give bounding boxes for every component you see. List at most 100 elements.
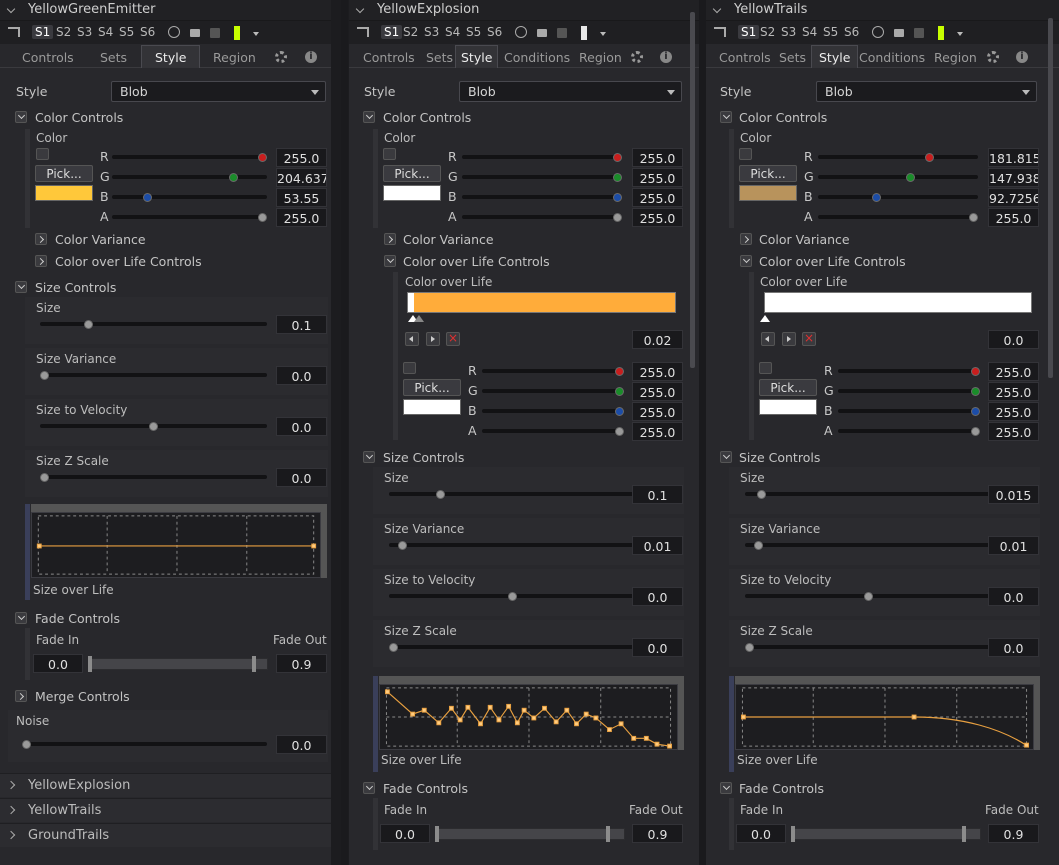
gradient-position-field[interactable]: 0.02 xyxy=(632,330,683,349)
size-row-slider-handle[interactable] xyxy=(508,592,517,601)
set-s6-button[interactable]: S6 xyxy=(140,25,155,39)
size-row-field[interactable]: 0.0 xyxy=(632,638,683,657)
channel-b-field[interactable]: 255.0 xyxy=(632,188,683,207)
color-over-life-toggle[interactable] xyxy=(740,255,752,267)
set-s1-button[interactable]: S1 xyxy=(32,25,54,39)
size-row-slider-handle[interactable] xyxy=(398,541,407,550)
tab-sets[interactable]: Sets xyxy=(100,50,127,65)
channel-a-slider-handle[interactable] xyxy=(615,427,624,436)
size-row-slider-track[interactable] xyxy=(40,475,267,479)
info-icon[interactable]: i xyxy=(305,51,317,63)
prev-stop-button[interactable] xyxy=(405,332,419,346)
collapse-arrow-icon[interactable] xyxy=(712,4,722,14)
curve-scroll[interactable] xyxy=(1034,684,1040,750)
channel-g-slider-handle[interactable] xyxy=(615,387,624,396)
gradient-position-field[interactable]: 0.0 xyxy=(988,330,1039,349)
channel-a-slider-track[interactable] xyxy=(818,215,978,219)
set-s6-button[interactable]: S6 xyxy=(844,25,859,39)
set-s4-button[interactable]: S4 xyxy=(802,25,817,39)
color-variance-toggle[interactable] xyxy=(384,233,396,245)
channel-a-field[interactable]: 255.0 xyxy=(276,208,327,227)
fade-out-field[interactable]: 0.9 xyxy=(276,654,327,673)
channel-b-slider-handle[interactable] xyxy=(143,193,152,202)
node-color-icon[interactable] xyxy=(581,26,587,40)
size-row-slider-handle[interactable] xyxy=(40,473,49,482)
noise-slider-track[interactable] xyxy=(22,742,267,746)
channel-r-field[interactable]: 255.0 xyxy=(988,362,1039,381)
channel-g-slider-track[interactable] xyxy=(818,175,978,179)
channel-g-slider-handle[interactable] xyxy=(229,173,238,182)
channel-a-slider-handle[interactable] xyxy=(258,213,267,222)
size-row-slider-handle[interactable] xyxy=(389,643,398,652)
channel-a-field[interactable]: 255.0 xyxy=(988,422,1039,441)
channel-b-slider-track[interactable] xyxy=(818,195,978,199)
gradient-stop-icon[interactable] xyxy=(760,315,770,322)
channel-r-slider-track[interactable] xyxy=(838,369,980,373)
channel-r-slider-track[interactable] xyxy=(818,155,978,159)
channel-g-field[interactable]: 204.6375 xyxy=(276,168,327,187)
size-controls-toggle[interactable] xyxy=(720,451,732,463)
size-row-slider-track[interactable] xyxy=(745,492,991,496)
size-row-slider-track[interactable] xyxy=(745,645,991,649)
channel-b-slider-track[interactable] xyxy=(462,195,622,199)
channel-g-field[interactable]: 255.0 xyxy=(988,382,1039,401)
info-icon[interactable]: i xyxy=(1016,51,1028,63)
cache-icon[interactable] xyxy=(914,28,924,38)
info-icon[interactable]: i xyxy=(660,51,672,63)
node-yellowexplosion[interactable]: YellowExplosion xyxy=(0,773,331,797)
set-s2-button[interactable]: S2 xyxy=(403,25,418,39)
size-row-field[interactable]: 0.0 xyxy=(632,587,683,606)
lock-icon[interactable] xyxy=(894,29,904,37)
cache-icon[interactable] xyxy=(557,28,567,38)
color-swatch[interactable] xyxy=(383,185,441,201)
size-row-slider-handle[interactable] xyxy=(745,643,754,652)
fade-in-field[interactable]: 0.0 xyxy=(736,824,786,843)
size-row-field[interactable]: 0.0 xyxy=(276,366,327,385)
delete-stop-button[interactable]: × xyxy=(802,332,816,346)
chevron-down-icon[interactable] xyxy=(253,32,259,36)
size-row-slider-handle[interactable] xyxy=(84,320,93,329)
curve-scroll[interactable] xyxy=(678,684,684,750)
style-dropdown[interactable]: Blob xyxy=(111,81,326,102)
fade-in-field[interactable]: 0.0 xyxy=(33,654,83,673)
node-header[interactable]: YellowExplosion xyxy=(349,0,699,21)
pick-button[interactable]: Pick... xyxy=(739,165,797,182)
size-row-slider-handle[interactable] xyxy=(40,371,49,380)
channel-a-slider-handle[interactable] xyxy=(613,213,622,222)
size-controls-toggle[interactable] xyxy=(15,281,27,293)
channel-a-slider-track[interactable] xyxy=(482,429,624,433)
color-over-life-toggle[interactable] xyxy=(35,255,47,267)
color-variance-toggle[interactable] xyxy=(35,233,47,245)
channel-b-slider-handle[interactable] xyxy=(615,407,624,416)
tab-style[interactable]: Style xyxy=(141,45,201,68)
fade-controls-toggle[interactable] xyxy=(363,782,375,794)
fade-out-handle[interactable] xyxy=(252,656,256,672)
channel-g-field[interactable]: 255.0 xyxy=(632,382,683,401)
color-swatch[interactable] xyxy=(35,185,93,201)
fade-range-bar[interactable] xyxy=(88,658,268,670)
delete-stop-button[interactable]: × xyxy=(446,332,460,346)
lock-icon[interactable] xyxy=(190,29,200,37)
color-swatch[interactable] xyxy=(739,185,797,201)
style-dropdown[interactable]: Blob xyxy=(816,81,1037,102)
color-swatch[interactable] xyxy=(403,399,461,415)
merge-controls-toggle[interactable] xyxy=(15,690,27,702)
size-row-field[interactable]: 0.01 xyxy=(988,536,1039,555)
gear-icon[interactable] xyxy=(275,51,287,63)
expand-color-icon[interactable] xyxy=(36,148,49,160)
tab-conditions[interactable]: Conditions xyxy=(859,50,925,65)
fade-out-field[interactable]: 0.9 xyxy=(632,824,683,843)
node-groundtrails[interactable]: GroundTrails xyxy=(0,823,331,847)
channel-g-slider-handle[interactable] xyxy=(971,387,980,396)
channel-g-field[interactable]: 147.9383 xyxy=(988,168,1039,187)
color-over-life-gradient[interactable] xyxy=(764,292,1032,313)
channel-r-field[interactable]: 181.815 xyxy=(988,148,1039,167)
bypass-icon[interactable] xyxy=(168,26,180,38)
size-row-field[interactable]: 0.1 xyxy=(632,485,683,504)
set-s1-button[interactable]: S1 xyxy=(381,25,403,39)
collapse-arrow-icon[interactable] xyxy=(6,4,16,14)
pin-icon[interactable] xyxy=(8,27,20,37)
color-swatch[interactable] xyxy=(759,399,817,415)
set-s3-button[interactable]: S3 xyxy=(424,25,439,39)
set-s5-button[interactable]: S5 xyxy=(823,25,838,39)
